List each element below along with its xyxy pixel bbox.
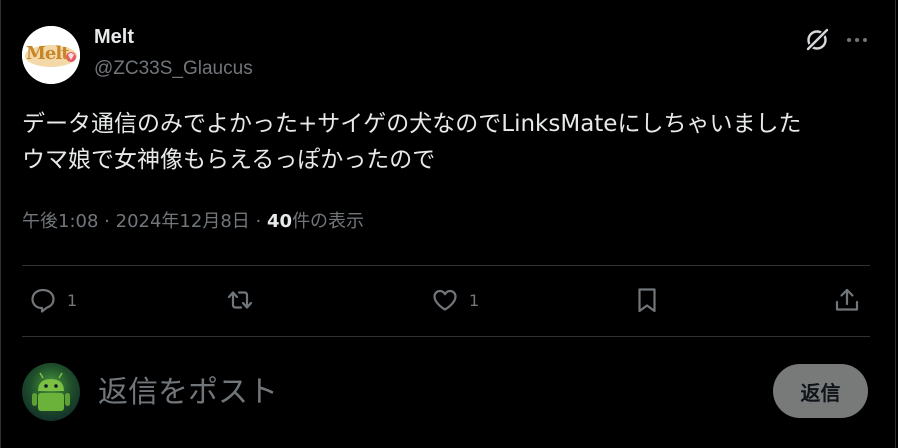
tweet-text-line: データ通信のみでよかった+サイゲの犬なのでLinksMateにしちゃいました bbox=[22, 111, 802, 137]
share-button[interactable] bbox=[833, 282, 861, 318]
reply-submit-button[interactable]: 返信 bbox=[773, 364, 868, 418]
meta-separator: · bbox=[104, 211, 110, 232]
meta-separator: · bbox=[255, 211, 262, 232]
right-border bbox=[895, 0, 896, 448]
reply-input[interactable] bbox=[96, 368, 660, 416]
views-count[interactable]: 40 bbox=[267, 211, 292, 232]
avatar-logo-text: Melt bbox=[26, 43, 70, 64]
like-icon bbox=[433, 289, 457, 311]
left-border bbox=[0, 0, 1, 448]
like-button[interactable]: 1 bbox=[431, 282, 479, 318]
bookmark-icon bbox=[638, 288, 656, 313]
bookmark-button[interactable] bbox=[633, 282, 661, 318]
author-handle[interactable]: @ZC33S_Glaucus bbox=[94, 58, 253, 80]
tweet-text-line: ウマ娘で女神像もらえるっぽかったので bbox=[22, 147, 436, 173]
current-user-avatar[interactable] bbox=[22, 363, 80, 421]
retweet-icon bbox=[227, 291, 253, 309]
retweet-button[interactable] bbox=[226, 282, 254, 318]
author-avatar[interactable]: Melt bbox=[22, 26, 80, 84]
tweet-text: データ通信のみでよかった+サイゲの犬なのでLinksMateにしちゃいました ウ… bbox=[22, 106, 882, 178]
android-avatar-art bbox=[32, 372, 70, 411]
divider bbox=[22, 336, 870, 337]
reply-icon bbox=[31, 288, 55, 313]
tweet-date[interactable]: 2024年12月8日 bbox=[116, 211, 250, 232]
tweet-time[interactable]: 午後1:08 bbox=[22, 211, 98, 232]
grok-icon[interactable] bbox=[803, 26, 831, 54]
views-label: 件の表示 bbox=[292, 211, 365, 232]
reply-button[interactable]: 1 bbox=[29, 282, 77, 318]
tweet-meta: 午後1:08 · 2024年12月8日 · 40件の表示 bbox=[22, 207, 364, 233]
reply-count: 1 bbox=[67, 290, 78, 310]
share-icon bbox=[835, 288, 859, 311]
divider bbox=[22, 265, 870, 266]
like-count: 1 bbox=[469, 290, 480, 310]
author-display-name[interactable]: Melt bbox=[94, 26, 134, 49]
more-options-icon[interactable] bbox=[845, 26, 869, 54]
